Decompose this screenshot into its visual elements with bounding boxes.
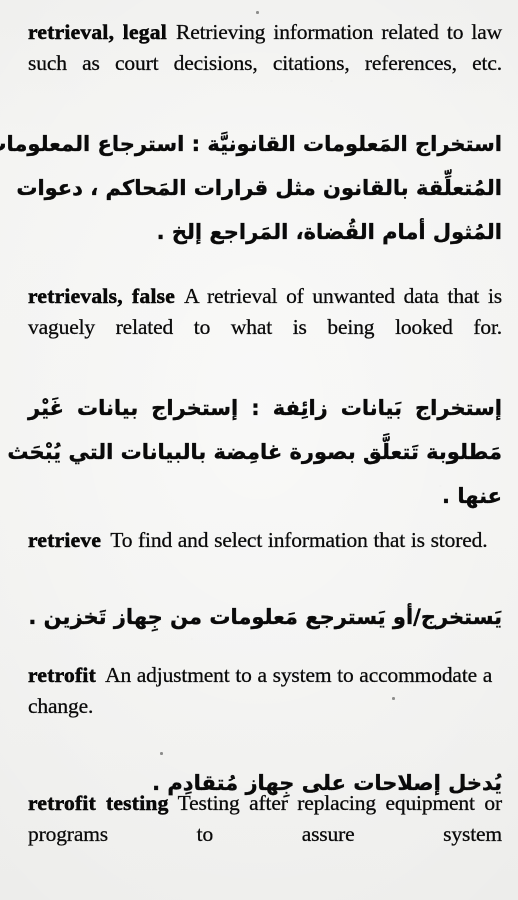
entry-arabic-translation: إستخراج بَيانات زائِفة : إستخراج بيانات … bbox=[7, 386, 502, 518]
entry-english-definition: retrofit testing Testing after replacing … bbox=[28, 788, 503, 881]
arabic-line: مَطلوبة تَتعلَّق بصورة غامِضة بالبيانات … bbox=[7, 440, 502, 464]
entry-headword: retrieve bbox=[28, 528, 102, 553]
arabic-line: يَستخرج/أو يَسترجع مَعلومات من جِهاز تَخ… bbox=[28, 605, 502, 629]
dictionary-entry-retrieve: retrieve To find and select information t… bbox=[28, 525, 502, 639]
entry-english-definition: retrieval, legal Retrieving information r… bbox=[28, 17, 503, 110]
dictionary-entry-retrievals-false: retrievals, false A retrieval of unwanted… bbox=[7, 281, 503, 518]
entry-headword: retrofit testing bbox=[28, 791, 169, 816]
entry-english-definition: retrofit An adjustment to a system to acc… bbox=[28, 660, 502, 753]
dictionary-column: retrieval, legal Retrieving information r… bbox=[0, 0, 503, 900]
arabic-line: استخراج المَعلومات القانونيَّة : استرجاع… bbox=[0, 132, 502, 156]
entry-headword: retrievals, false bbox=[28, 284, 176, 309]
entry-headword: retrieval, legal bbox=[28, 20, 168, 45]
entry-definition-text: To find and select information that is s… bbox=[110, 528, 488, 552]
entry-arabic-translation: استخراج المَعلومات القانونيَّة : استرجاع… bbox=[0, 122, 502, 254]
arabic-line: المُتعلِّقة بالقانون مثل قرارات المَحاكم… bbox=[16, 176, 502, 200]
entry-definition-text: An adjustment to a system to accommodate… bbox=[28, 663, 493, 718]
arabic-line: المُثول أمام القُضاة، المَراجع إلخ . bbox=[156, 220, 502, 244]
entry-arabic-translation: يَستخرج/أو يَسترجع مَعلومات من جِهاز تَخ… bbox=[28, 595, 502, 639]
entry-english-definition: retrieve To find and select information t… bbox=[28, 525, 502, 587]
dictionary-entry-retrieval-legal: retrieval, legal Retrieving information r… bbox=[0, 17, 503, 254]
entry-headword: retrofit bbox=[28, 663, 97, 688]
dictionary-entry-retrofit: retrofit An adjustment to a system to acc… bbox=[28, 660, 502, 805]
entry-english-definition: retrievals, false A retrieval of unwanted… bbox=[28, 281, 503, 374]
dictionary-entry-retrofit-testing: retrofit testing Testing after replacing … bbox=[28, 788, 503, 881]
arabic-line: عنها . bbox=[442, 484, 502, 508]
arabic-line: إستخراج بَيانات زائِفة : إستخراج بيانات … bbox=[28, 396, 502, 420]
